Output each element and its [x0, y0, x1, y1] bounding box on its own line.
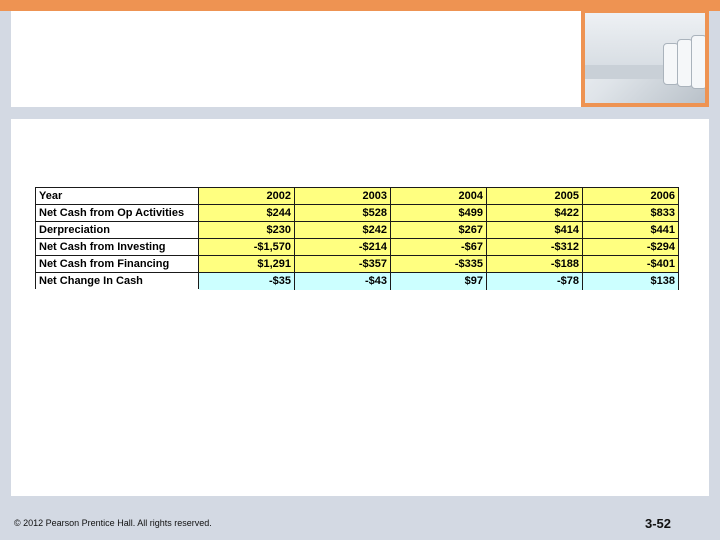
table-row: Net Cash from Investing -$1,570 -$214 -$…: [35, 238, 679, 256]
row-label: Net Change In Cash: [35, 272, 199, 290]
title-divider-band: [11, 107, 709, 119]
value-cell: -$357: [294, 255, 391, 273]
table-row: Net Cash from Financing $1,291 -$357 -$3…: [35, 255, 679, 273]
value-cell: -$1,570: [198, 238, 295, 256]
value-cell: -$35: [198, 272, 295, 290]
year-cell: 2002: [198, 187, 295, 205]
header-photo: [581, 9, 709, 107]
value-cell: $244: [198, 204, 295, 222]
value-cell: $499: [390, 204, 487, 222]
value-cell: $97: [390, 272, 487, 290]
table-header-row: Year 2002 2003 2004 2005 2006: [35, 187, 679, 205]
year-cell: 2004: [390, 187, 487, 205]
year-cell: 2005: [486, 187, 583, 205]
row-label: Net Cash from Financing: [35, 255, 199, 273]
row-label: Derpreciation: [35, 221, 199, 239]
row-label: Net Cash from Investing: [35, 238, 199, 256]
value-cell: $138: [582, 272, 679, 290]
total-row: Net Change In Cash -$35 -$43 $97 -$78 $1…: [35, 272, 679, 290]
value-cell: -$312: [486, 238, 583, 256]
table-row: Derpreciation $230 $242 $267 $414 $441: [35, 221, 679, 239]
table-row: Net Cash from Op Activities $244 $528 $4…: [35, 204, 679, 222]
value-cell: -$78: [486, 272, 583, 290]
slide-number: 3-52: [645, 516, 672, 531]
row-label: Net Cash from Op Activities: [35, 204, 199, 222]
cash-flow-table: Year 2002 2003 2004 2005 2006 Net Cash f…: [35, 187, 679, 290]
value-cell: $230: [198, 221, 295, 239]
conference-room-image: [585, 13, 705, 103]
value-cell: -$294: [582, 238, 679, 256]
value-cell: $441: [582, 221, 679, 239]
year-cell: 2003: [294, 187, 391, 205]
value-cell: $528: [294, 204, 391, 222]
value-cell: $833: [582, 204, 679, 222]
value-cell: -$43: [294, 272, 391, 290]
value-cell: $267: [390, 221, 487, 239]
value-cell: -$188: [486, 255, 583, 273]
value-cell: $1,291: [198, 255, 295, 273]
row-label: Year: [35, 187, 199, 205]
value-cell: $422: [486, 204, 583, 222]
value-cell: $414: [486, 221, 583, 239]
value-cell: $242: [294, 221, 391, 239]
copyright-notice: © 2012 Pearson Prentice Hall. All rights…: [14, 518, 212, 528]
year-cell: 2006: [582, 187, 679, 205]
value-cell: -$335: [390, 255, 487, 273]
value-cell: -$401: [582, 255, 679, 273]
value-cell: -$67: [390, 238, 487, 256]
value-cell: -$214: [294, 238, 391, 256]
